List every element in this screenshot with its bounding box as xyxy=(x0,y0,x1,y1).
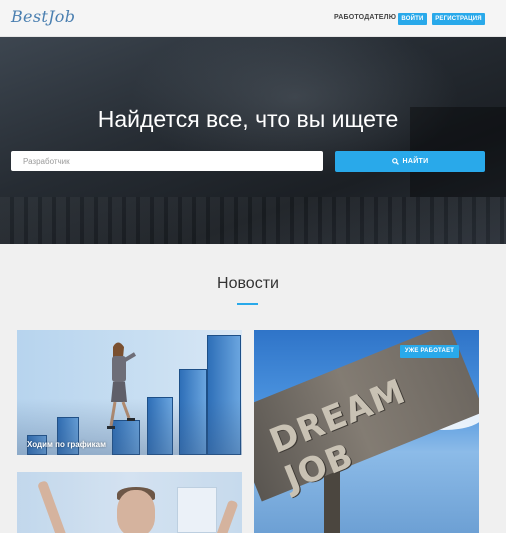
hero-banner: Найдется все, что вы ищете НАЙТИ xyxy=(0,37,506,244)
news-section-title: Новости xyxy=(217,275,279,292)
employer-menu-label: РАБОТОДАТЕЛЮ xyxy=(334,14,397,21)
news-card-caption[interactable]: Ходим по графикам xyxy=(27,440,106,449)
site-logo[interactable]: BestJob xyxy=(11,7,75,26)
login-button[interactable]: ВОЙТИ xyxy=(398,13,427,25)
news-card-dream-job[interactable]: DREAM JOB xyxy=(254,330,479,533)
employer-menu[interactable]: РАБОТОДАТЕЛЮ⌄ xyxy=(334,14,403,21)
news-card-happy-worker[interactable] xyxy=(17,472,242,533)
hero-background-keyboard xyxy=(0,197,506,244)
top-navbar: BestJob РАБОТОДАТЕЛЮ⌄ ВОЙТИ РЕГИСТРАЦИЯ xyxy=(0,0,506,37)
news-card-charts[interactable] xyxy=(17,330,242,455)
search-button[interactable]: НАЙТИ xyxy=(335,151,485,172)
card-image-overlay xyxy=(17,472,242,533)
search-input[interactable] xyxy=(11,151,323,171)
status-badge[interactable]: УЖЕ РАБОТАЕТ xyxy=(400,345,459,358)
hero-title: Найдется все, что вы ищете xyxy=(97,106,399,132)
search-button-label: НАЙТИ xyxy=(402,158,429,165)
search-icon xyxy=(391,158,399,165)
card-image-overlay xyxy=(17,330,242,455)
register-button[interactable]: РЕГИСТРАЦИЯ xyxy=(432,13,485,25)
news-title-underline xyxy=(237,303,258,305)
